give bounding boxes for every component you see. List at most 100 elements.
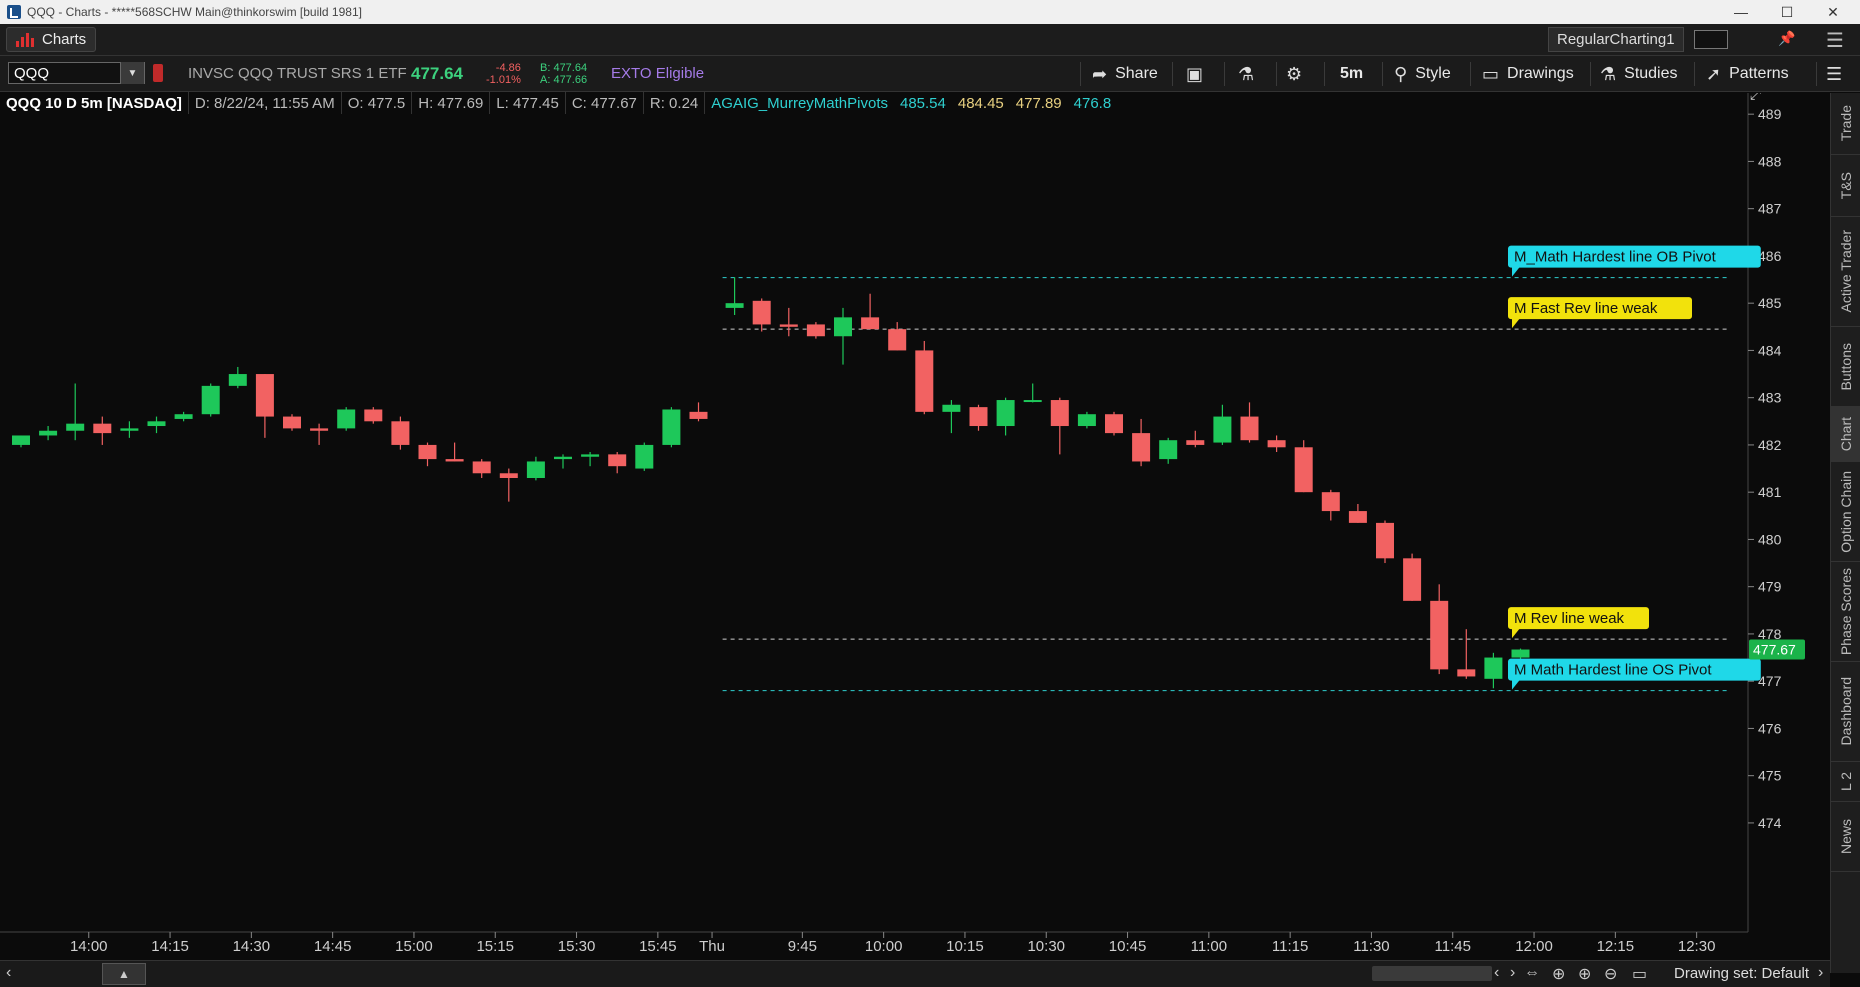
candle-body	[337, 409, 356, 429]
style-label: Style	[1415, 65, 1451, 82]
timeframe-button[interactable]: 5m	[1340, 56, 1363, 92]
candle-body	[915, 350, 934, 412]
side-tab[interactable]: Trade	[1831, 93, 1860, 155]
candle-body	[752, 300, 771, 325]
candle-body	[66, 423, 85, 431]
side-tab[interactable]: News	[1831, 802, 1860, 872]
candle-body	[806, 324, 825, 337]
toolbar-divider	[1816, 62, 1817, 86]
chart-area[interactable]: 474 475 476 477 478 479 480 481 482 483 484 485 486 4…	[0, 93, 1830, 963]
candle-body	[689, 411, 708, 419]
candle-body	[255, 374, 274, 417]
side-tab[interactable]: Dashboard	[1831, 662, 1860, 762]
horizontal-scrollbar[interactable]	[1372, 966, 1492, 981]
candle-body	[283, 416, 301, 429]
studies-button[interactable]: ⚗ Studies	[1600, 56, 1678, 92]
toolbar-menu-button[interactable]: ☰	[1826, 56, 1842, 92]
studies-label: Studies	[1624, 65, 1678, 82]
last-price-tag-label: 477.67	[1753, 642, 1796, 658]
candle-body	[1403, 558, 1422, 601]
chart-plot-background	[0, 93, 1748, 932]
scroll-left-icon[interactable]: ‹	[6, 964, 11, 982]
maximize-button[interactable]: ☐	[1764, 0, 1810, 24]
pin-icon[interactable]: 📌	[1778, 30, 1795, 47]
scroll-right-icon[interactable]: ›	[1818, 964, 1823, 982]
side-tab[interactable]: Active Trader	[1831, 217, 1860, 327]
exto-eligible-badge[interactable]: EXTO Eligible	[611, 65, 704, 82]
close-button[interactable]: ✕	[1810, 0, 1856, 24]
chart-name-dropdown[interactable]: RegularCharting1	[1548, 27, 1684, 52]
bid-ask: B: 477.64 A: 477.66	[540, 62, 587, 86]
bar-date: D: 8/22/24, 11:55 AM	[188, 92, 342, 114]
color-swatch[interactable]	[1694, 30, 1728, 49]
price-tick-label: 474	[1758, 815, 1782, 831]
candle-body	[608, 454, 627, 467]
price-tick-label: 480	[1758, 531, 1782, 547]
side-tab[interactable]: Buttons	[1831, 327, 1860, 407]
settings-button[interactable]: ⚙	[1286, 56, 1302, 92]
indicator-value: 484.45	[951, 92, 1010, 114]
link-lock-icon[interactable]	[153, 64, 163, 82]
bar-open: O: 477.5	[341, 92, 413, 114]
bid-value: B: 477.64	[540, 62, 588, 74]
pivot-label-text: M Math Hardest line OS Pivot	[1514, 662, 1712, 679]
zoom-out-icon[interactable]: ⊖	[1604, 964, 1617, 984]
candle-body	[1077, 414, 1096, 427]
time-tick-label: 10:15	[946, 938, 984, 955]
symbol-dropdown-button[interactable]: ▼	[120, 62, 144, 84]
side-tab[interactable]: Phase Scores	[1831, 562, 1860, 662]
price-tick-label: 479	[1758, 579, 1782, 595]
menu-icon[interactable]: ☰	[1826, 28, 1844, 53]
indicator-name[interactable]: AGAIG_MurreyMathPivots	[705, 92, 894, 114]
chart-info-bar: QQQ 10 D 5m [NASDAQ] D: 8/22/24, 11:55 A…	[0, 92, 1118, 114]
tab-charts[interactable]: Charts	[6, 27, 96, 52]
candle-body	[120, 428, 139, 431]
time-tick-label: 15:15	[476, 938, 514, 955]
pan-icon[interactable]: ⇔	[1524, 964, 1540, 982]
price-tick-label: 482	[1758, 437, 1782, 453]
scroll-left-icon[interactable]: ‹	[1494, 964, 1499, 982]
collapse-button[interactable]: ▲	[102, 963, 146, 985]
candle-body	[147, 421, 166, 427]
candle-body	[1132, 433, 1151, 462]
side-tab-label: Option Chain	[1838, 470, 1854, 553]
style-button[interactable]: ⚲ Style	[1394, 56, 1451, 92]
time-tick-label: 10:45	[1109, 938, 1147, 955]
side-tab-label: Chart	[1838, 416, 1854, 452]
side-tab[interactable]: Option Chain	[1831, 462, 1860, 562]
candle-body	[1267, 440, 1286, 448]
candle-body	[445, 459, 464, 462]
side-tab[interactable]: L 2	[1831, 762, 1860, 802]
price-tick-label: 475	[1758, 768, 1782, 784]
time-tick-label: 15:00	[395, 938, 433, 955]
side-tab-bar: Trade T&S Active Trader Buttons Chart Option …	[1830, 93, 1860, 973]
share-button[interactable]: ➦ Share	[1092, 56, 1158, 92]
scroll-right-icon[interactable]: ›	[1510, 964, 1515, 982]
crosshair-icon[interactable]: ⊕	[1552, 964, 1565, 984]
flask-button[interactable]: ⚗	[1238, 56, 1254, 92]
patterns-button[interactable]: ➚ Patterns	[1706, 56, 1789, 92]
thinkorswim-logo-icon	[7, 5, 21, 19]
time-tick-label: 14:45	[314, 938, 352, 955]
candle-body	[779, 324, 798, 327]
drawing-set-label[interactable]: Drawing set: Default	[1674, 965, 1809, 982]
side-tab-label: Trade	[1838, 105, 1854, 142]
time-tick-label: 12:15	[1597, 938, 1635, 955]
snapshot-button[interactable]: ▣	[1186, 56, 1203, 92]
drawings-button[interactable]: ▭ Drawings	[1482, 56, 1574, 92]
candle-body	[1294, 447, 1313, 493]
zoom-in-icon[interactable]: ⊕	[1578, 964, 1591, 984]
side-tab[interactable]: Chart	[1831, 407, 1860, 462]
time-tick-label: 11:45	[1435, 938, 1471, 955]
toolbar-divider	[1590, 62, 1591, 86]
zoom-box-icon[interactable]: ▭	[1632, 964, 1647, 984]
collapse-corner-icon[interactable]: ⤢	[1750, 93, 1761, 103]
candle-body	[93, 423, 112, 434]
candle-body	[12, 435, 30, 445]
main-tab-bar: Charts RegularCharting1 📌 ☰	[0, 24, 1860, 56]
minimize-button[interactable]: —	[1718, 0, 1764, 24]
side-tab[interactable]: T&S	[1831, 155, 1860, 217]
menu-icon: ☰	[1826, 63, 1843, 84]
time-tick-label: 9:45	[788, 938, 817, 955]
price-chart[interactable]: 4744754764774784794804814824834844854864…	[0, 93, 1830, 960]
